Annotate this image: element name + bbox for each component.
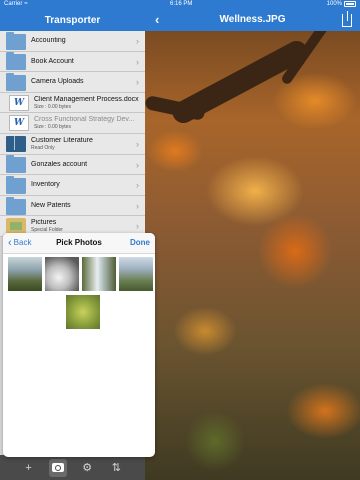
word-doc-icon: W [9,115,29,132]
pick-photos-popover: ‹ Back Pick Photos Done [3,233,155,457]
popover-header: ‹ Back Pick Photos Done [3,233,155,254]
bottom-toolbar: + ⚙ ⇅ [0,455,145,480]
transfer-icon[interactable]: ⇅ [107,459,125,477]
list-item-label: Accounting [31,37,66,45]
list-item-gonzales-account[interactable]: Gonzales account › [0,154,145,176]
file-browser-header: Transporter [0,10,145,31]
pictures-folder-icon [6,218,26,235]
chevron-right-icon: › [136,200,139,211]
image-viewer-header: ‹ Wellness.JPG [145,6,360,31]
list-item-label: Client Management Process.docx [34,95,139,103]
done-button[interactable]: Done [130,238,150,247]
list-item-label: Gonzales account [31,160,88,168]
list-item-camera-uploads[interactable]: Camera Uploads › [0,72,145,93]
list-item-label: Camera Uploads [31,78,84,86]
folder-icon [6,31,26,50]
photo-thumbnail[interactable] [82,257,116,291]
file-browser-title: Transporter [44,15,101,26]
image-title: Wellness.JPG [219,14,286,25]
camera-button[interactable] [48,458,67,477]
list-item-label: Pictures [31,219,57,227]
wifi-icon: ≈ [24,1,28,7]
list-item-inventory[interactable]: Inventory › [0,175,145,196]
book-icon [6,135,26,152]
share-icon[interactable] [342,6,352,27]
list-item-client-management[interactable]: W Client Management Process.docx Size : … [0,92,145,114]
camera-icon [51,463,64,472]
photo-thumbnail[interactable] [66,295,100,329]
list-item-label: Inventory [31,181,60,189]
image-viewer-pane: ‹ Wellness.JPG [145,0,360,480]
battery-percent: 100% [326,1,342,7]
list-item-customer-literature[interactable]: Customer Literature Read Only › [0,133,145,155]
chevron-right-icon: › [136,180,139,191]
chevron-right-icon: › [136,56,139,67]
carrier-label: Carrier ≈ [4,1,28,7]
list-item-size: Size : 0.00 bytes [34,124,71,131]
chevron-right-icon: › [136,36,139,46]
chevron-right-icon: › [136,138,139,149]
list-item-cross-functional[interactable]: W Cross Functional Strategy Dev... Size … [0,113,145,134]
list-item-label: New Patents [31,202,71,210]
word-doc-icon: W [9,94,29,111]
list-item-label: Cross Functional Strategy Dev... [34,116,135,124]
settings-gear-icon[interactable]: ⚙ [78,459,96,477]
battery-indicator: 100% [327,1,356,7]
list-item-label: Book Account [31,57,74,65]
list-item-status: Read Only [31,144,55,151]
photo-thumbnail[interactable] [119,257,153,291]
list-item-size: Size : 0.00 bytes [34,103,71,110]
photo-thumbnail[interactable] [45,257,79,291]
folder-icon [6,155,26,174]
list-item-book-account[interactable]: Book Account › [0,51,145,73]
status-time: 6:16 PM [170,1,193,7]
image-preview [145,6,360,480]
photo-thumbnail[interactable] [8,257,42,291]
folder-icon [6,52,26,71]
list-item-accounting[interactable]: Accounting › [0,31,145,52]
file-list: Accounting › Book Account › Camera Uploa… [0,31,145,237]
chevron-right-icon: › [136,221,139,232]
battery-icon [344,1,356,7]
list-item-label: Customer Literature [31,136,93,144]
chevron-right-icon: › [136,77,139,88]
folder-icon [6,196,26,215]
add-icon[interactable]: + [20,459,38,477]
status-bar: Carrier ≈ 6:16 PM 100% [0,0,360,10]
folder-icon [6,72,26,91]
chevron-right-icon: › [136,159,139,170]
list-item-new-patents[interactable]: New Patents › [0,195,145,217]
folder-icon [6,175,26,194]
